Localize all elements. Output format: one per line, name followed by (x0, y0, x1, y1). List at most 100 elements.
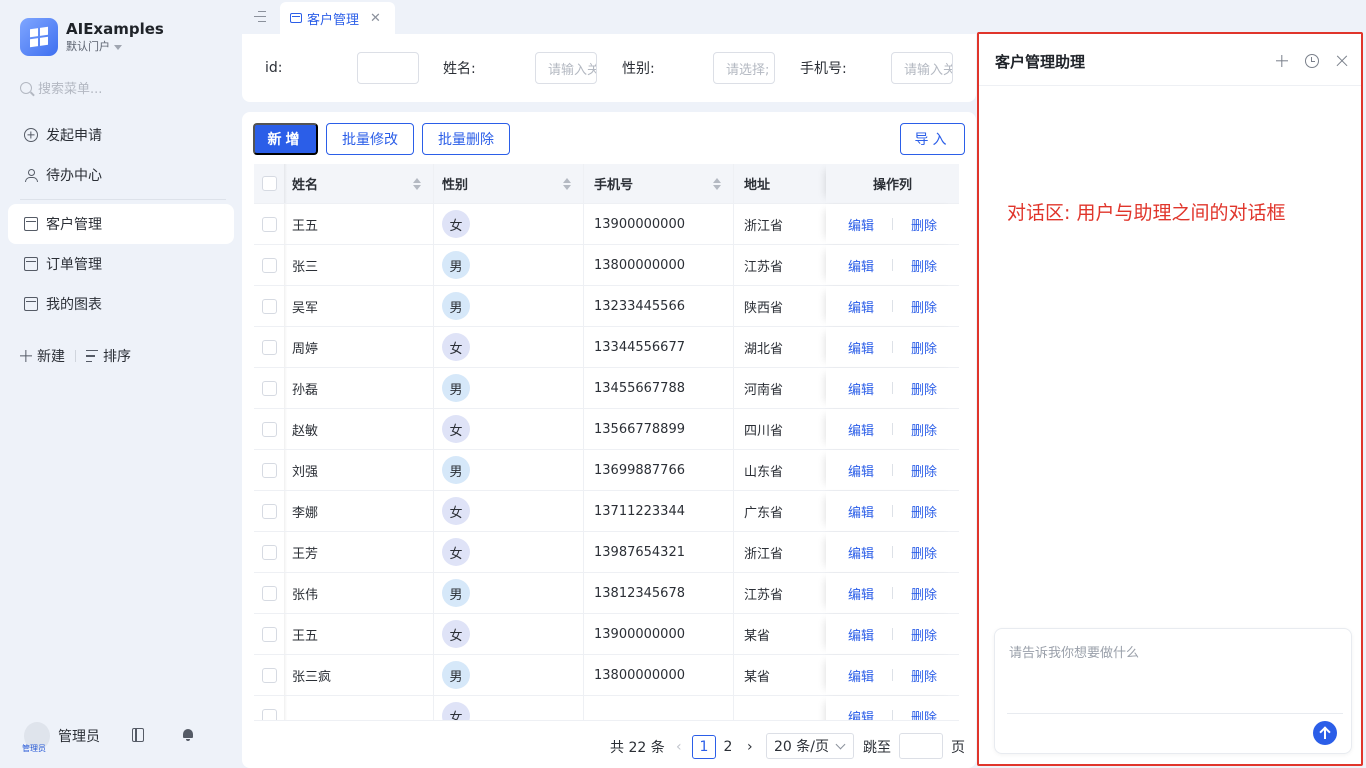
gender-badge: 女 (442, 210, 470, 238)
edit-link[interactable]: 编辑 (848, 256, 874, 275)
gender-badge: 女 (442, 538, 470, 566)
delete-link[interactable]: 删除 (911, 256, 937, 275)
user-profile[interactable]: 管理员 管理员 (22, 722, 100, 753)
gender-select[interactable]: 请选择; (713, 52, 775, 84)
divider (892, 341, 893, 353)
collapse-sidebar-icon[interactable] (254, 11, 266, 22)
row-checkbox[interactable] (261, 503, 277, 519)
row-checkbox[interactable] (261, 298, 277, 314)
row-checkbox[interactable] (261, 585, 277, 601)
close-icon[interactable] (1335, 54, 1349, 68)
jump-page-input[interactable] (899, 733, 943, 759)
sidebar-item-todo[interactable]: 待办中心 (8, 155, 234, 195)
sort-menu-button[interactable]: 排序 (86, 346, 131, 366)
sidebar-item-customers[interactable]: 客户管理 (8, 204, 234, 244)
close-icon[interactable]: ✕ (370, 11, 381, 26)
delete-link[interactable]: 删除 (911, 215, 937, 234)
cell-name (284, 696, 434, 720)
phone-input[interactable]: 请输入关 (891, 52, 953, 84)
chevron-right-icon[interactable]: › (747, 739, 753, 755)
delete-link[interactable]: 删除 (911, 666, 937, 685)
history-icon[interactable] (1305, 54, 1319, 68)
book-icon[interactable] (132, 728, 144, 742)
brand[interactable]: AIExamples 默认门户 (20, 18, 164, 56)
cell-gender: 男 (434, 286, 584, 326)
row-select (254, 204, 284, 244)
row-checkbox[interactable] (261, 380, 277, 396)
batch-delete-button[interactable]: 批量删除 (422, 123, 510, 155)
bell-icon[interactable] (182, 728, 194, 742)
delete-link[interactable]: 删除 (911, 584, 937, 603)
delete-link[interactable]: 删除 (911, 379, 937, 398)
card-icon (290, 13, 302, 23)
edit-link[interactable]: 编辑 (848, 584, 874, 603)
row-checkbox[interactable] (261, 626, 277, 642)
delete-link[interactable]: 删除 (911, 297, 937, 316)
row-checkbox[interactable] (261, 708, 277, 720)
cell-phone: 13800000000 (584, 245, 734, 285)
portal-switcher[interactable]: 默认门户 (66, 39, 164, 55)
edit-link[interactable]: 编辑 (848, 666, 874, 685)
sidebar-item-orders[interactable]: 订单管理 (8, 244, 234, 284)
row-checkbox[interactable] (261, 257, 277, 273)
cell-ops: 编辑 删除 (826, 450, 959, 490)
page-2[interactable]: 2 (716, 735, 740, 759)
search-icon (20, 81, 32, 94)
delete-link[interactable]: 删除 (911, 420, 937, 439)
edit-link[interactable]: 编辑 (848, 420, 874, 439)
name-input[interactable]: 请输入关 (535, 52, 597, 84)
column-header-phone[interactable]: 手机号 (584, 164, 734, 203)
new-chat-icon[interactable] (1275, 54, 1289, 68)
edit-link[interactable]: 编辑 (848, 338, 874, 357)
sort-icon[interactable] (413, 178, 421, 190)
add-button[interactable]: 新增 (253, 123, 318, 155)
row-checkbox[interactable] (261, 339, 277, 355)
edit-link[interactable]: 编辑 (848, 379, 874, 398)
user-name: 管理员 (58, 729, 100, 745)
edit-link[interactable]: 编辑 (848, 543, 874, 562)
import-button[interactable]: 导入 (900, 123, 965, 155)
chat-input-box[interactable]: 请告诉我你想要做什么 (994, 628, 1352, 754)
id-input[interactable] (357, 52, 419, 84)
send-icon[interactable] (1313, 721, 1337, 745)
page-1[interactable]: 1 (692, 735, 716, 759)
sort-icon[interactable] (713, 178, 721, 190)
filter-id-label: id: (265, 60, 283, 76)
edit-link[interactable]: 编辑 (848, 502, 874, 521)
delete-link[interactable]: 删除 (911, 543, 937, 562)
column-header-address: 地址 (734, 164, 826, 203)
divider (892, 259, 893, 271)
row-checkbox[interactable] (261, 544, 277, 560)
select-all-checkbox[interactable] (261, 176, 277, 191)
batch-edit-button[interactable]: 批量修改 (326, 123, 414, 155)
tab-customers[interactable]: 客户管理 ✕ (280, 2, 395, 34)
row-checkbox[interactable] (261, 667, 277, 683)
cell-gender: 男 (434, 573, 584, 613)
column-header-gender[interactable]: 性别 (434, 164, 584, 203)
sidebar-item-apply[interactable]: 发起申请 (8, 115, 234, 155)
edit-link[interactable]: 编辑 (848, 297, 874, 316)
row-checkbox[interactable] (261, 421, 277, 437)
menu-search[interactable]: 搜索菜单... (20, 78, 102, 97)
edit-link[interactable]: 编辑 (848, 461, 874, 480)
edit-link[interactable]: 编辑 (848, 707, 874, 721)
page-size-value: 20 条/页 (774, 739, 829, 755)
column-header-name[interactable]: 姓名 (284, 164, 434, 203)
edit-link[interactable]: 编辑 (848, 625, 874, 644)
sort-icon[interactable] (563, 178, 571, 190)
delete-link[interactable]: 删除 (911, 461, 937, 480)
delete-link[interactable]: 删除 (911, 625, 937, 644)
cell-name: 李娜 (284, 491, 434, 531)
new-menu-button[interactable]: 新建 (20, 346, 65, 366)
delete-link[interactable]: 删除 (911, 338, 937, 357)
divider (892, 300, 893, 312)
page-size-select[interactable]: 20 条/页 (766, 733, 854, 759)
delete-link[interactable]: 删除 (911, 707, 937, 721)
chevron-left-icon[interactable]: ‹ (676, 739, 682, 755)
sidebar-item-charts[interactable]: 我的图表 (8, 284, 234, 324)
edit-link[interactable]: 编辑 (848, 215, 874, 234)
row-checkbox[interactable] (261, 462, 277, 478)
cell-name: 刘强 (284, 450, 434, 490)
row-checkbox[interactable] (261, 216, 277, 232)
delete-link[interactable]: 删除 (911, 502, 937, 521)
